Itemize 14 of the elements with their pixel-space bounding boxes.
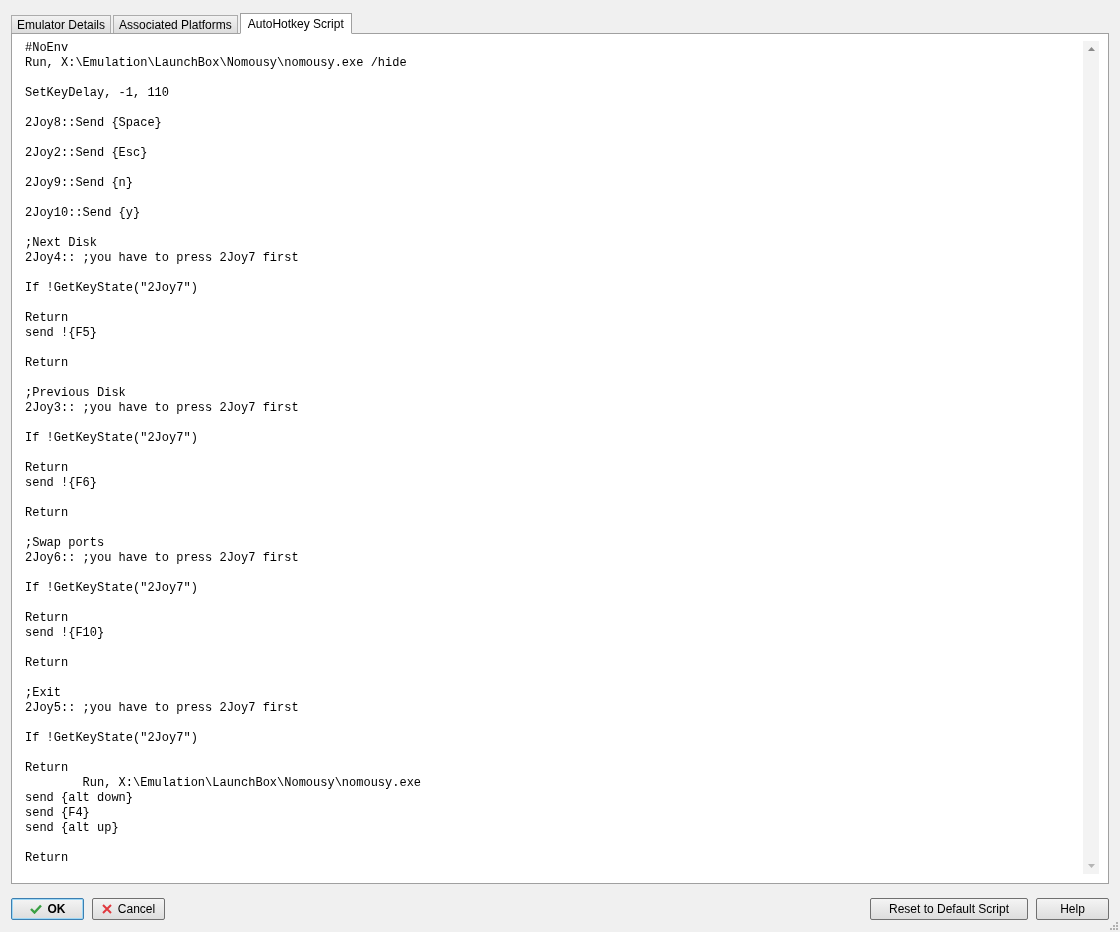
scrollbar[interactable] [1083,41,1099,874]
resize-grip-icon[interactable] [1109,921,1118,930]
code-text[interactable]: #NoEnv Run, X:\Emulation\LaunchBox\Nomousy\nomousy.exe /hide SetKeyDelay, -1, 110 2Joy8::Send {Space} 2Joy2::Send {Esc} 2Joy9::Send {n} 2Joy10::Send {y} ;Next Disk 2Joy4:: ;you have to press 2Joy7 first If !GetKeyState("2Joy7") Return send !{F5} Return ;Previous Disk 2Joy3:: ;you have to press 2Joy7 first If !GetKeyState("2Joy7") Return send !{F6} Return ;Swap ports 2Joy6:: ;you have to press 2Joy7 first If !GetKeyState("2Joy7") Return send !{F10} Return ;Exit 2Joy5:: ;you have to press 2Joy7 first If !GetKeyState("2Joy7") Return Run, X:\Emulation\LaunchBox\Nomousy\nomousy.exe send {alt down} send {F4} send {alt up} Return [25,41,1083,874]
tab[interactable]: Associated Platforms [113,15,238,33]
scroll-down-icon[interactable] [1087,864,1095,868]
tab[interactable]: AutoHotkey Script [239,13,352,34]
ok-button[interactable]: OK [11,898,84,920]
checkmark-icon [29,904,42,914]
tab[interactable]: Emulator Details [11,15,112,33]
close-icon [101,904,112,914]
cancel-button[interactable]: Cancel [92,898,165,920]
scroll-up-icon[interactable] [1087,47,1095,51]
dialog-button[interactable]: Help [1036,898,1109,920]
dialog-button[interactable]: Reset to Default Script [870,898,1028,920]
